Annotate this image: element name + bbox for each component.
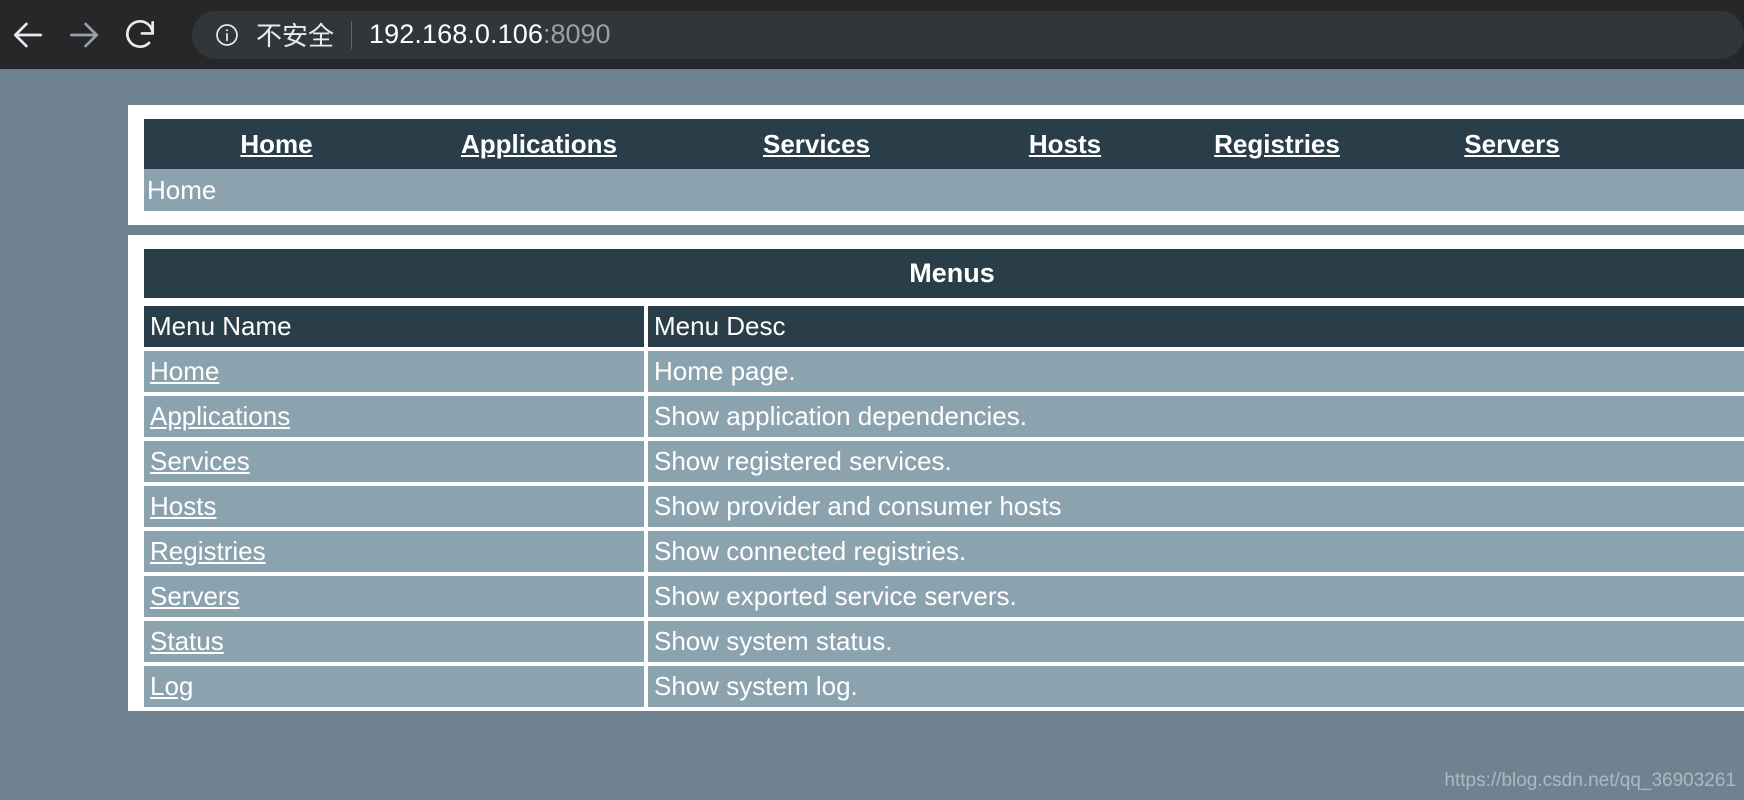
nav-slot: Servers <box>1388 129 1636 160</box>
cell-menu-name: Log <box>144 666 644 707</box>
breadcrumb: Home <box>144 169 1744 211</box>
browser-toolbar: 不安全 192.168.0.106:8090 <box>0 0 1744 69</box>
cell-menu-desc: Show system log. <box>648 666 1744 707</box>
cell-menu-desc: Show registered services. <box>648 441 1744 482</box>
menus-table: Menu Name Menu Desc Home Home page. Appl… <box>144 302 1744 711</box>
cell-menu-name: Home <box>144 351 644 392</box>
address-bar[interactable]: 不安全 192.168.0.106:8090 <box>192 10 1744 59</box>
info-circle-icon[interactable] <box>214 22 240 48</box>
nav-slot: Applications <box>409 129 669 160</box>
cell-menu-desc: Show application dependencies. <box>648 396 1744 437</box>
table-row: Registries Show connected registries. <box>144 531 1744 572</box>
column-header-menu-name: Menu Name <box>144 306 644 347</box>
omnibox-divider <box>351 20 353 49</box>
nav-item-servers[interactable]: Servers <box>1464 129 1559 160</box>
page-content: Home Applications Services Hosts Registr… <box>0 69 1744 800</box>
table-header-row: Menu Name Menu Desc <box>144 306 1744 347</box>
security-status-label: 不安全 <box>256 22 335 52</box>
nav-item-home[interactable]: Home <box>240 129 312 160</box>
cell-menu-name: Servers <box>144 576 644 617</box>
cell-menu-name: Services <box>144 441 644 482</box>
nav-slot: Home <box>144 129 409 160</box>
column-header-menu-desc: Menu Desc <box>648 306 1744 347</box>
cell-menu-name: Hosts <box>144 486 644 527</box>
nav-item-registries[interactable]: Registries <box>1214 129 1340 160</box>
menus-panel-title: Menus <box>144 249 1744 298</box>
table-row: Log Show system log. <box>144 666 1744 707</box>
cell-menu-desc: Show exported service servers. <box>648 576 1744 617</box>
table-row: Applications Show application dependenci… <box>144 396 1744 437</box>
forward-button[interactable] <box>56 7 112 63</box>
url-port-text: :8090 <box>542 19 611 49</box>
cell-menu-desc: Home page. <box>648 351 1744 392</box>
menu-link-log[interactable]: Log <box>150 671 193 701</box>
cell-menu-name: Status <box>144 621 644 662</box>
table-row: Services Show registered services. <box>144 441 1744 482</box>
url-host-text: 192.168.0.106 <box>369 19 543 49</box>
menu-link-applications[interactable]: Applications <box>150 401 290 431</box>
navigation-panel: Home Applications Services Hosts Registr… <box>128 105 1744 225</box>
menu-link-registries[interactable]: Registries <box>150 536 266 566</box>
nav-slot: Registries <box>1166 129 1388 160</box>
arrow-right-icon <box>65 16 103 54</box>
cell-menu-desc: Show provider and consumer hosts <box>648 486 1744 527</box>
menu-link-services[interactable]: Services <box>150 446 250 476</box>
table-row: Home Home page. <box>144 351 1744 392</box>
table-row: Status Show system status. <box>144 621 1744 662</box>
menu-link-servers[interactable]: Servers <box>150 581 240 611</box>
arrow-left-icon <box>9 16 47 54</box>
breadcrumb-current: Home <box>147 174 217 205</box>
nav-item-applications[interactable]: Applications <box>461 129 617 160</box>
reload-button[interactable] <box>112 7 168 63</box>
back-button[interactable] <box>0 7 56 63</box>
cell-menu-name: Applications <box>144 396 644 437</box>
menu-link-home[interactable]: Home <box>150 356 219 386</box>
table-row: Hosts Show provider and consumer hosts <box>144 486 1744 527</box>
cell-menu-desc: Show connected registries. <box>648 531 1744 572</box>
nav-item-hosts[interactable]: Hosts <box>1029 129 1101 160</box>
nav-item-services[interactable]: Services <box>763 129 870 160</box>
cell-menu-desc: Show system status. <box>648 621 1744 662</box>
menu-link-hosts[interactable]: Hosts <box>150 491 216 521</box>
menu-link-status[interactable]: Status <box>150 626 224 656</box>
reload-icon <box>121 16 159 54</box>
nav-slot: Services <box>669 129 964 160</box>
cell-menu-name: Registries <box>144 531 644 572</box>
menus-panel: Menus Menu Name Menu Desc Home Home page… <box>128 235 1744 711</box>
watermark-text: https://blog.csdn.net/qq_36903261 <box>1444 770 1736 791</box>
nav-slot: Hosts <box>964 129 1166 160</box>
table-row: Servers Show exported service servers. <box>144 576 1744 617</box>
main-navbar: Home Applications Services Hosts Registr… <box>144 119 1744 169</box>
